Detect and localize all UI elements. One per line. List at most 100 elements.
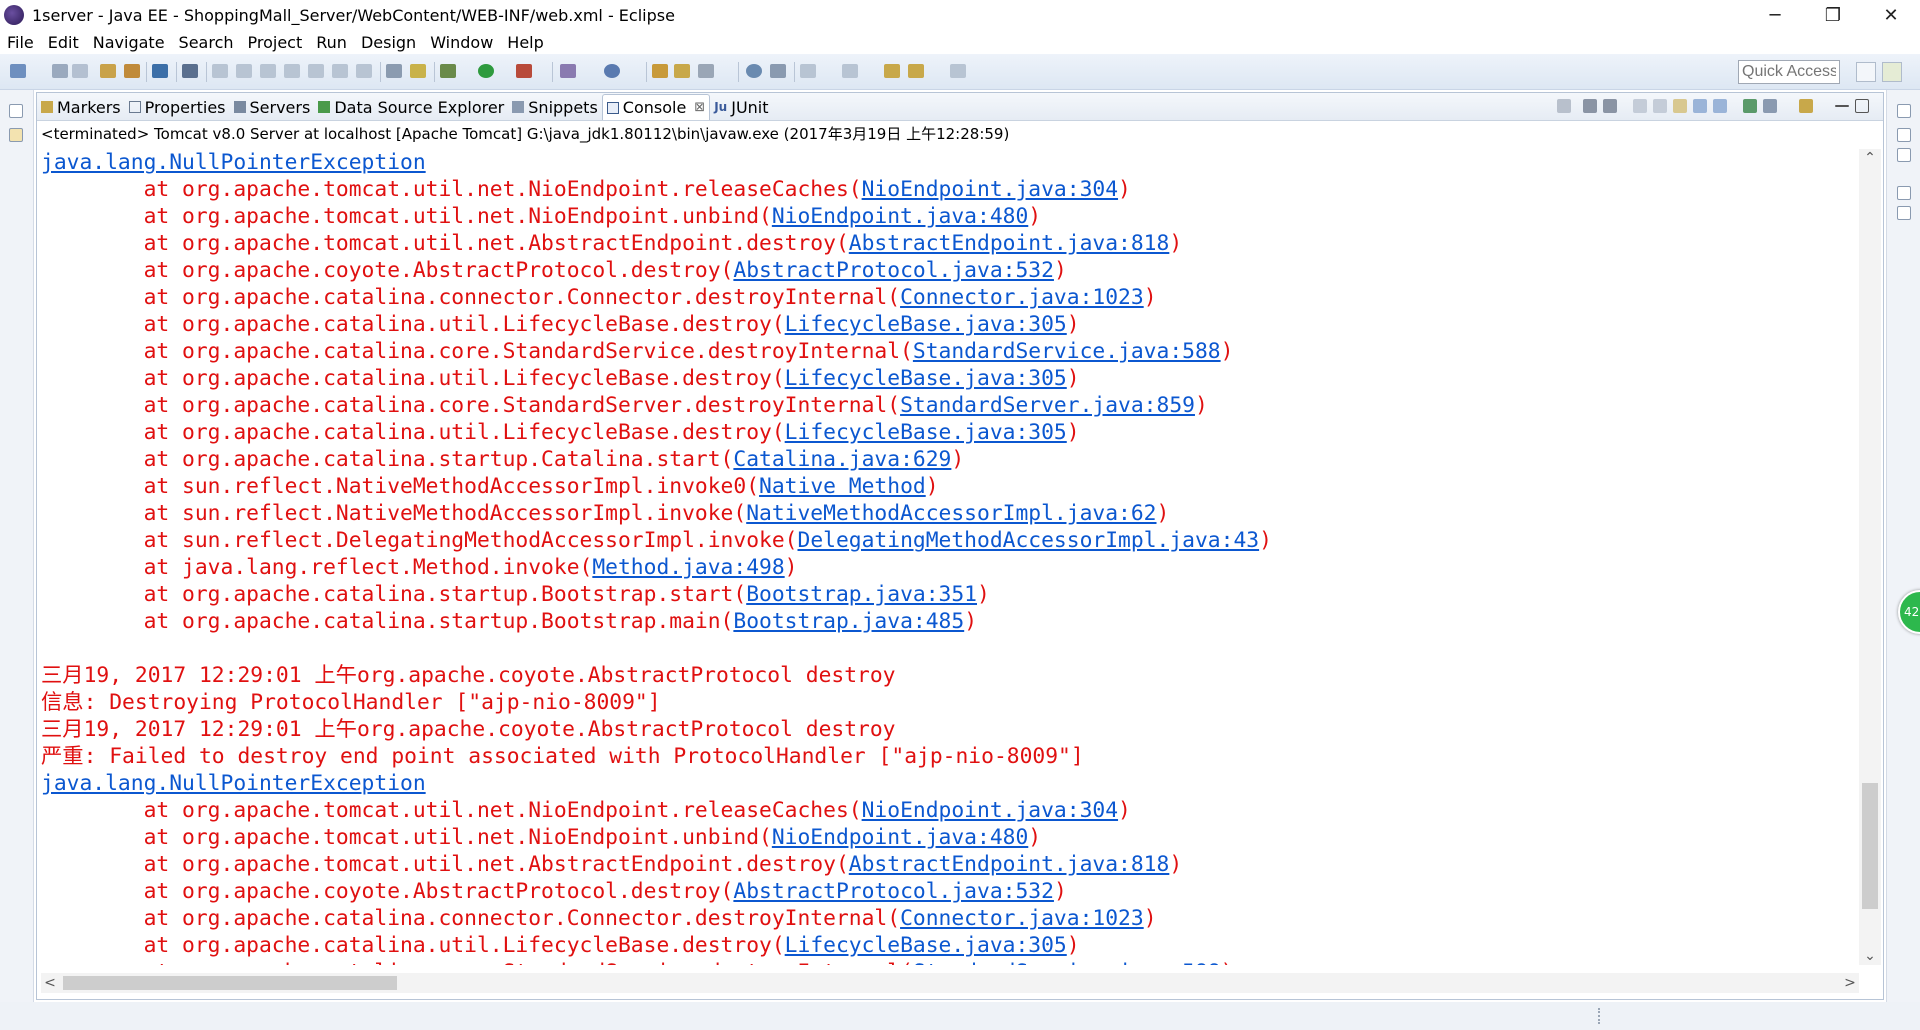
skip-breakpoints-icon[interactable] — [182, 64, 198, 78]
restore-view-icon[interactable] — [1897, 104, 1911, 118]
run-icon[interactable] — [478, 64, 494, 78]
back-icon[interactable] — [908, 64, 924, 78]
stack-trace-link[interactable]: Catalina.java:629 — [733, 447, 951, 472]
globe-icon[interactable] — [746, 64, 762, 78]
restore-view-icon[interactable] — [1897, 186, 1911, 200]
stack-trace-link[interactable]: java.lang.NullPointerException — [41, 771, 426, 796]
tab-data-source-explorer[interactable]: Data Source Explorer — [314, 94, 508, 120]
stack-trace-link[interactable]: NioEndpoint.java:304 — [862, 177, 1118, 202]
quick-access-input[interactable] — [1738, 60, 1840, 84]
stack-trace-link[interactable]: Connector.java:1023 — [900, 906, 1144, 931]
menu-design[interactable]: Design — [354, 33, 423, 52]
save-icon[interactable] — [52, 64, 68, 78]
stack-trace-link[interactable]: DelegatingMethodAccessorImpl.java:43 — [798, 528, 1260, 553]
open-type-icon[interactable] — [652, 64, 668, 78]
horizontal-scrollbar[interactable]: < > — [41, 973, 1859, 993]
previous-annotation-icon[interactable] — [842, 64, 858, 78]
terminate-icon[interactable] — [260, 64, 276, 78]
stack-trace-link[interactable]: LifecycleBase.java:305 — [785, 933, 1067, 958]
new-package-icon[interactable] — [604, 64, 620, 78]
minimize-button[interactable]: ─ — [1746, 0, 1804, 30]
forward-icon[interactable] — [950, 64, 966, 78]
palette-icon[interactable] — [1897, 206, 1911, 220]
project-explorer-icon[interactable] — [9, 128, 23, 142]
maximize-view-icon[interactable] — [1855, 99, 1869, 113]
scroll-lock-icon[interactable] — [1653, 99, 1667, 113]
stack-trace-link[interactable]: Method.java:498 — [592, 555, 784, 580]
outline-icon[interactable] — [1897, 128, 1911, 142]
tab-console[interactable]: Console ⊠ — [601, 94, 711, 120]
pin-console-icon[interactable] — [1743, 99, 1757, 113]
stack-trace-link[interactable]: NioEndpoint.java:480 — [772, 204, 1028, 229]
display-console-icon[interactable] — [1763, 99, 1777, 113]
step-return-icon[interactable] — [356, 64, 372, 78]
step-over-icon[interactable] — [332, 64, 348, 78]
tab-properties[interactable]: Properties — [125, 94, 230, 120]
annotation-icon[interactable] — [770, 64, 786, 78]
last-edit-icon[interactable] — [884, 64, 900, 78]
menu-window[interactable]: Window — [423, 33, 500, 52]
clear-console-icon[interactable] — [1633, 99, 1647, 113]
next-annotation-icon[interactable] — [800, 64, 816, 78]
horizontal-scroll-thumb[interactable] — [63, 976, 397, 990]
new-class-icon[interactable] — [560, 64, 576, 78]
menu-help[interactable]: Help — [500, 33, 550, 52]
menu-run[interactable]: Run — [309, 33, 354, 52]
stack-trace-link[interactable]: NioEndpoint.java:480 — [772, 825, 1028, 850]
show-stdout-icon[interactable] — [1693, 99, 1707, 113]
scroll-up-arrow[interactable]: ⌃ — [1859, 149, 1881, 167]
save-all-icon[interactable] — [72, 64, 88, 78]
stack-trace-link[interactable]: AbstractProtocol.java:532 — [733, 879, 1054, 904]
stack-trace-link[interactable]: Bootstrap.java:351 — [746, 582, 977, 607]
wizard-icon[interactable] — [410, 64, 426, 78]
vertical-scrollbar[interactable]: ⌃ ⌄ — [1859, 149, 1881, 965]
stack-trace-link[interactable]: StandardService.java:588 — [913, 960, 1221, 965]
open-task-icon[interactable] — [674, 64, 690, 78]
menu-edit[interactable]: Edit — [41, 33, 86, 52]
debug-icon[interactable] — [440, 64, 456, 78]
stack-trace-link[interactable]: StandardServer.java:859 — [900, 393, 1195, 418]
stack-trace-link[interactable]: LifecycleBase.java:305 — [785, 420, 1067, 445]
stack-trace-link[interactable]: AbstractEndpoint.java:818 — [849, 852, 1170, 877]
stack-trace-link[interactable]: NioEndpoint.java:304 — [862, 798, 1118, 823]
minimize-view-icon[interactable] — [1835, 105, 1849, 107]
stack-trace-link[interactable]: AbstractEndpoint.java:818 — [849, 231, 1170, 256]
disconnect-icon[interactable] — [284, 64, 300, 78]
vertical-scroll-thumb[interactable] — [1862, 783, 1878, 909]
show-stderr-icon[interactable] — [1713, 99, 1727, 113]
task-list-icon[interactable] — [1897, 148, 1911, 162]
properties-icon[interactable] — [124, 64, 140, 78]
menu-search[interactable]: Search — [172, 33, 241, 52]
tab-junit[interactable]: Ju JUnit — [710, 94, 772, 120]
terminate-icon[interactable] — [1557, 99, 1571, 113]
suspend-icon[interactable] — [236, 64, 252, 78]
restore-button[interactable]: ❐ — [1804, 0, 1862, 30]
stack-trace-link[interactable]: StandardService.java:588 — [913, 339, 1221, 364]
tab-markers[interactable]: Markers — [37, 94, 125, 120]
print-icon[interactable] — [100, 64, 116, 78]
scroll-left-arrow[interactable]: < — [41, 973, 59, 993]
close-icon[interactable]: ⊠ — [694, 100, 705, 115]
stack-trace-link[interactable]: Native Method — [759, 474, 926, 499]
scroll-right-arrow[interactable]: > — [1841, 973, 1859, 993]
external-tools-icon[interactable] — [516, 64, 532, 78]
menu-project[interactable]: Project — [241, 33, 310, 52]
stack-trace-link[interactable]: LifecycleBase.java:305 — [785, 312, 1067, 337]
stack-trace-link[interactable]: java.lang.NullPointerException — [41, 150, 426, 175]
scroll-down-arrow[interactable]: ⌄ — [1859, 947, 1881, 965]
terminal-icon[interactable] — [152, 64, 168, 78]
resume-icon[interactable] — [212, 64, 228, 78]
word-wrap-icon[interactable] — [1673, 99, 1687, 113]
stack-trace-link[interactable]: Bootstrap.java:485 — [733, 609, 964, 634]
menu-file[interactable]: File — [0, 33, 41, 52]
search-icon[interactable] — [698, 64, 714, 78]
new-icon[interactable] — [10, 64, 26, 78]
stack-trace-link[interactable]: NativeMethodAccessorImpl.java:62 — [746, 501, 1156, 526]
restore-view-icon[interactable] — [9, 104, 23, 118]
console-output[interactable]: java.lang.NullPointerException at org.ap… — [41, 149, 1853, 965]
stack-trace-link[interactable]: LifecycleBase.java:305 — [785, 366, 1067, 391]
step-into-icon[interactable] — [308, 64, 324, 78]
java-ee-perspective-icon[interactable] — [1882, 62, 1902, 82]
remove-launch-icon[interactable] — [1583, 99, 1597, 113]
stack-trace-link[interactable]: AbstractProtocol.java:532 — [733, 258, 1054, 283]
